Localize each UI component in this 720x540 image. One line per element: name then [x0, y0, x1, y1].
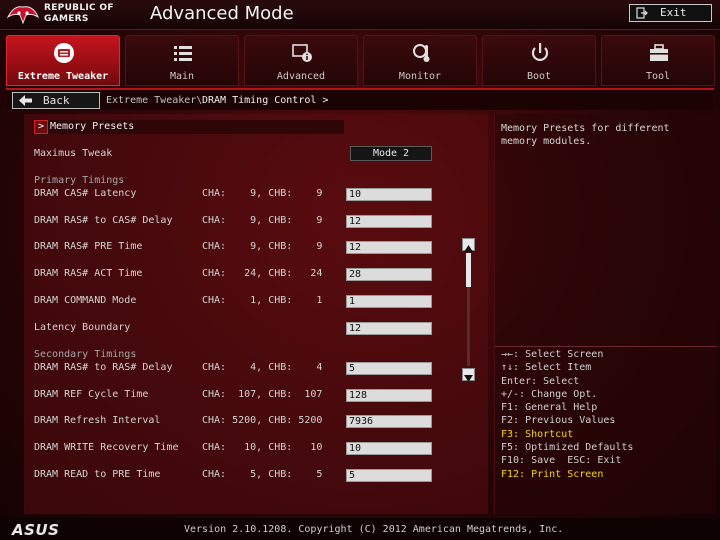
submenu-arrow-icon: > — [34, 120, 48, 134]
tab-label: Boot — [526, 71, 552, 82]
back-label: Back — [43, 94, 70, 107]
footer: ASUS Version 2.10.1208. Copyright (C) 20… — [0, 518, 720, 540]
setting-label: DRAM READ to PRE Time — [34, 469, 161, 480]
timing-value-field[interactable]: 12 — [346, 322, 432, 335]
scrollbar-thumb[interactable] — [466, 253, 471, 287]
key-hint: ↑↓: Select Item — [501, 362, 592, 374]
secondary-timings-heading: Secondary Timings — [34, 349, 137, 360]
timing-value-field[interactable]: 12 — [346, 241, 432, 254]
channel-info: CHA: 10, CHB: 10 — [202, 442, 323, 453]
rog-logo-icon — [6, 6, 40, 25]
channel-info: CHA: 107, CHB: 107 — [202, 389, 323, 400]
scroll-up-button[interactable] — [462, 238, 475, 252]
maximus-tweak-select[interactable]: Mode 2 — [350, 146, 432, 161]
setting-label: DRAM Refresh Interval — [34, 415, 161, 426]
setting-label: DRAM RAS# ACT Time — [34, 268, 143, 279]
tab-label: Advanced — [276, 71, 326, 82]
key-hint: F5: Optimized Defaults — [501, 442, 634, 454]
triangle-down-icon — [464, 375, 473, 382]
page-title: Advanced Mode — [150, 3, 294, 24]
key-hint: +/-: Change Opt. — [501, 388, 598, 400]
exit-label: Exit — [660, 6, 687, 19]
timing-value-field[interactable]: 5 — [346, 362, 432, 375]
toolbox-icon — [650, 44, 668, 61]
breadcrumb: Back Extreme Tweaker\ DRAM Timing Contro… — [6, 88, 714, 110]
tab-tool[interactable]: Tool — [601, 35, 715, 86]
tab-label: Tool — [645, 71, 671, 82]
power-icon — [531, 43, 549, 61]
key-hint: F1: General Help — [501, 402, 598, 414]
back-button[interactable]: Back — [12, 92, 100, 109]
memory-presets-label: Memory Presets — [50, 121, 135, 132]
tab-label: Extreme Tweaker — [17, 71, 109, 82]
setting-label: DRAM REF Cycle Time — [34, 389, 149, 400]
key-hint: F2: Previous Values — [501, 415, 616, 427]
key-hint: Enter: Select — [501, 375, 580, 387]
tab-boot[interactable]: Boot — [482, 35, 596, 86]
brand-text: REPUBLIC OF GAMERS — [44, 3, 134, 25]
advanced-info-icon — [292, 44, 312, 62]
breadcrumb-parent[interactable]: Extreme Tweaker\ — [106, 95, 202, 106]
asus-logo: ASUS — [12, 521, 60, 539]
tab-monitor[interactable]: Monitor — [363, 35, 477, 86]
timing-value-field[interactable]: 10 — [346, 188, 432, 201]
setting-label: DRAM RAS# PRE Time — [34, 241, 143, 252]
channel-info: CHA: 9, CHB: 9 — [202, 215, 323, 226]
triangle-up-icon — [464, 245, 473, 252]
exit-icon — [636, 7, 648, 19]
timing-value-field[interactable]: 5 — [346, 469, 432, 482]
list-icon — [174, 46, 192, 61]
print-screen-key-hint[interactable]: F12: Print Screen — [501, 468, 713, 481]
channel-info: CHA: 4, CHB: 4 — [202, 362, 323, 373]
channel-info: CHA: 24, CHB: 24 — [202, 268, 323, 279]
tab-label: Monitor — [398, 71, 442, 82]
brand-line-2: GAMERS — [44, 14, 89, 24]
key-hint: F10: Save ESC: Exit — [501, 455, 622, 467]
setting-label: DRAM WRITE Recovery Time — [34, 442, 179, 453]
help-panel: Memory Presets for different memory modu… — [494, 114, 717, 514]
breadcrumb-current: DRAM Timing Control > — [202, 95, 329, 106]
back-arrow-icon — [19, 95, 32, 106]
top-header: REPUBLIC OF GAMERS Advanced Mode Exit — [0, 0, 720, 30]
tab-advanced[interactable]: Advanced — [244, 35, 358, 86]
extreme-tweaker-icon — [54, 43, 74, 63]
brand-line-1: REPUBLIC OF — [44, 3, 114, 13]
timing-value-field[interactable]: 12 — [346, 215, 432, 228]
channel-info: CHA: 9, CHB: 9 — [202, 241, 323, 252]
setting-label: Latency Boundary — [34, 322, 131, 333]
timing-value-field[interactable]: 7936 — [346, 415, 432, 428]
timing-value-field[interactable]: 28 — [346, 268, 432, 281]
key-hint: →←: Select Screen — [501, 349, 604, 360]
tab-label: Main — [169, 71, 195, 82]
primary-timings-heading: Primary Timings — [34, 175, 125, 186]
shortcut-key-hint[interactable]: F3: Shortcut — [501, 428, 713, 441]
channel-info: CHA: 5, CHB: 5 — [202, 469, 323, 480]
timing-value-field[interactable]: 128 — [346, 389, 432, 402]
timing-value-field[interactable]: 1 — [346, 295, 432, 308]
channel-info: CHA: 9, CHB: 9 — [202, 188, 323, 199]
divider — [495, 346, 717, 347]
setting-label: DRAM COMMAND Mode — [34, 295, 137, 306]
tab-main[interactable]: Main — [125, 35, 239, 86]
channel-info: CHA: 5200, CHB: 5200 — [202, 415, 323, 426]
exit-button[interactable]: Exit — [629, 4, 712, 22]
channel-info: CHA: 1, CHB: 1 — [202, 295, 323, 306]
maximus-tweak-label: Maximus Tweak — [34, 148, 113, 159]
memory-presets-row[interactable]: > Memory Presets — [34, 120, 344, 134]
thermometer-icon — [413, 44, 430, 62]
scroll-down-button[interactable] — [462, 368, 475, 382]
setting-label: DRAM CAS# Latency — [34, 188, 137, 199]
version-text: Version 2.10.1208. Copyright (C) 2012 Am… — [184, 524, 564, 535]
timing-value-field[interactable]: 10 — [346, 442, 432, 455]
main-tabs: Extreme Tweaker Main Advanced Monitor Bo… — [6, 35, 718, 87]
key-legend: →←: Select Screen ↑↓: Select Item Enter:… — [501, 348, 713, 481]
setting-label: DRAM RAS# to CAS# Delay — [34, 215, 173, 226]
tab-extreme-tweaker[interactable]: Extreme Tweaker — [6, 35, 120, 86]
setting-label: DRAM RAS# to RAS# Delay — [34, 362, 173, 373]
help-description: Memory Presets for different memory modu… — [501, 123, 670, 147]
